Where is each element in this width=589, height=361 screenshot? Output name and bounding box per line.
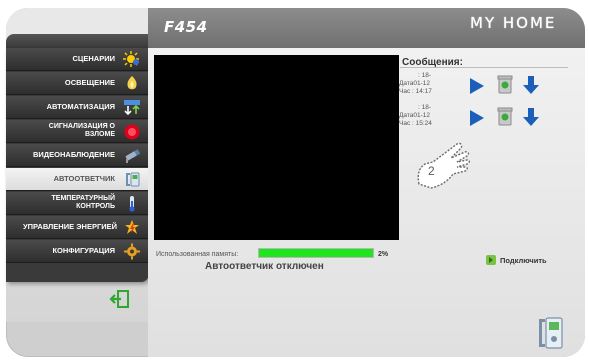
menu-item-label: ТЕМПЕРАТУРНЫЙ КОНТРОЛЬ [51, 195, 115, 210]
exit-icon[interactable] [109, 290, 129, 308]
message-date: Дата01-12 [399, 112, 431, 119]
menu-item-label: УПРАВЛЕНИЕ ЭНЕРГИЕЙ [23, 222, 117, 231]
memory-percent: 2% [378, 251, 389, 258]
menu-item-label: СИГНАЛИЗАЦИЯ О ВЗЛОМЕ [48, 123, 115, 138]
energy-icon [123, 219, 141, 236]
thermometer-icon [123, 195, 141, 212]
menu-item-label: АВТООТВЕТЧИК [53, 174, 115, 183]
menu-item-scenarios[interactable]: СЦЕНАРИИ [6, 48, 149, 71]
menu-item-video-surveillance[interactable]: ВИДЕОНАБЛЮДЕНИЕ [6, 144, 149, 167]
sun-icon [123, 51, 141, 68]
menu-item-answering-machine[interactable]: АВТООТВЕТЧИК [6, 168, 149, 191]
connect-button[interactable]: Подключить [500, 256, 547, 265]
memory-label: Использованная памяты: [156, 251, 239, 258]
camera-icon [123, 147, 141, 164]
menu-item-automation[interactable]: АВТОМАТИЗАЦИЯ [6, 96, 149, 119]
message-info: : 18- Дата01-12 Час : 14:17 [399, 72, 465, 96]
alarm-icon [123, 123, 141, 140]
intercom-icon [539, 317, 563, 349]
menu-item-lighting[interactable]: ОСВЕЩЕНИЕ [6, 72, 149, 95]
brand-logo: MY HOME [470, 14, 557, 32]
play-icon[interactable] [465, 107, 487, 129]
gear-icon [123, 243, 141, 260]
download-arrow-icon[interactable] [520, 74, 542, 96]
memory-bar-fill [259, 249, 373, 257]
bulb-icon [123, 75, 141, 92]
menu-item-label: АВТОМАТИЗАЦИЯ [46, 102, 115, 111]
menu-item-label: ОСВЕЩЕНИЕ [64, 78, 115, 87]
trash-icon[interactable] [494, 73, 516, 95]
download-arrow-icon[interactable] [520, 106, 542, 128]
callout-number: 2 [428, 164, 435, 178]
message-date: Дата01-12 [399, 80, 431, 87]
video-screen [154, 55, 399, 240]
answering-machine-icon [123, 171, 141, 188]
pointing-hand-icon [417, 142, 470, 189]
memory-bar [258, 248, 374, 258]
message-time: Час : 14:17 [399, 88, 432, 95]
menu-item-configuration[interactable]: КОНФИГУРАЦИЯ [6, 240, 149, 263]
arrows-updown-icon [123, 99, 141, 116]
messages-divider [400, 67, 568, 68]
message-date-prefix: : 18- [418, 72, 432, 79]
menu-item-label: ВИДЕОНАБЛЮДЕНИЕ [33, 150, 115, 159]
model-label: F454 [164, 18, 208, 36]
message-info: : 18- Дата01-12 Час : 15:24 [399, 104, 465, 128]
menu-item-label: СЦЕНАРИИ [72, 54, 115, 63]
trash-icon[interactable] [494, 105, 516, 127]
status-text: Автоответчик отключен [205, 261, 324, 272]
menu-item-burglar-alarm[interactable]: СИГНАЛИЗАЦИЯ О ВЗЛОМЕ [6, 120, 149, 143]
menu-item-label: КОНФИГУРАЦИЯ [52, 246, 115, 255]
menu-top-bar [6, 34, 148, 48]
menu-item-energy-management[interactable]: УПРАВЛЕНИЕ ЭНЕРГИЕЙ [6, 216, 149, 239]
message-time: Час : 15:24 [399, 120, 432, 127]
menu-item-temperature-control[interactable]: ТЕМПЕРАТУРНЫЙ КОНТРОЛЬ [6, 192, 149, 215]
message-date-prefix: : 18- [418, 104, 432, 111]
play-icon[interactable] [465, 75, 487, 97]
connect-arrow-icon[interactable] [486, 255, 496, 265]
